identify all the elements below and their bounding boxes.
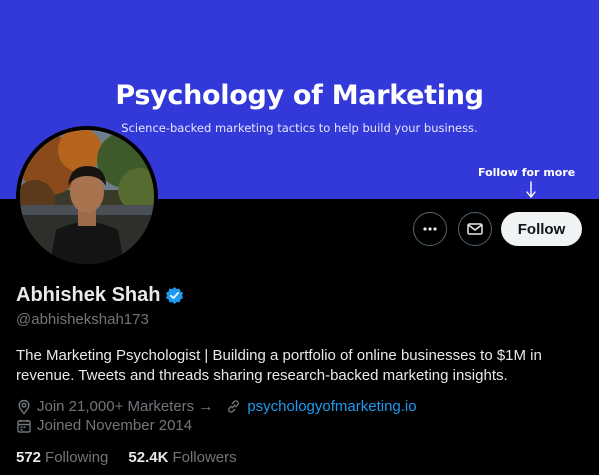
profile-name-row: Abhishek Shah (16, 284, 184, 307)
profile-meta-row: Join 21,000+ Marketers → psychologyofmar… (16, 398, 417, 415)
followers-label: Followers (172, 449, 237, 466)
website-link[interactable]: psychologyofmarketing.io (247, 398, 416, 415)
follow-button[interactable]: Follow (501, 212, 582, 246)
envelope-icon (467, 223, 483, 235)
followers-count: 52.4K (128, 449, 169, 466)
avatar-photo (20, 130, 154, 264)
avatar[interactable] (16, 126, 158, 268)
verified-badge-icon[interactable] (165, 286, 184, 305)
banner-cta-text: Follow for more (478, 166, 576, 179)
profile-website[interactable]: psychologyofmarketing.io (225, 398, 417, 415)
arrow-down-icon (526, 181, 536, 198)
message-button[interactable] (458, 212, 492, 246)
location-text: Join 21,000+ Marketers → (37, 398, 214, 415)
joined-text: Joined November 2014 (37, 417, 193, 434)
display-name: Abhishek Shah (16, 284, 161, 306)
calendar-icon (17, 419, 31, 433)
profile-joined: Joined November 2014 (16, 417, 192, 434)
banner-title: Psychology of Marketing (115, 80, 484, 111)
profile-handle: @abhishekshah173 (16, 311, 149, 328)
more-horizontal-icon (423, 227, 437, 231)
following-stat[interactable]: 572 Following (16, 449, 108, 466)
profile-joined-row: Joined November 2014 (16, 417, 192, 434)
followers-stat[interactable]: 52.4K Followers (128, 449, 236, 466)
link-icon (228, 400, 240, 413)
profile-location: Join 21,000+ Marketers → (16, 398, 213, 415)
profile-stats: 572 Following 52.4K Followers (16, 449, 257, 466)
following-count: 572 (16, 449, 42, 466)
profile-bio: The Marketing Psychologist | Building a … (16, 347, 542, 384)
more-options-button[interactable] (413, 212, 447, 246)
following-label: Following (45, 449, 109, 466)
location-pin-icon (18, 399, 30, 415)
